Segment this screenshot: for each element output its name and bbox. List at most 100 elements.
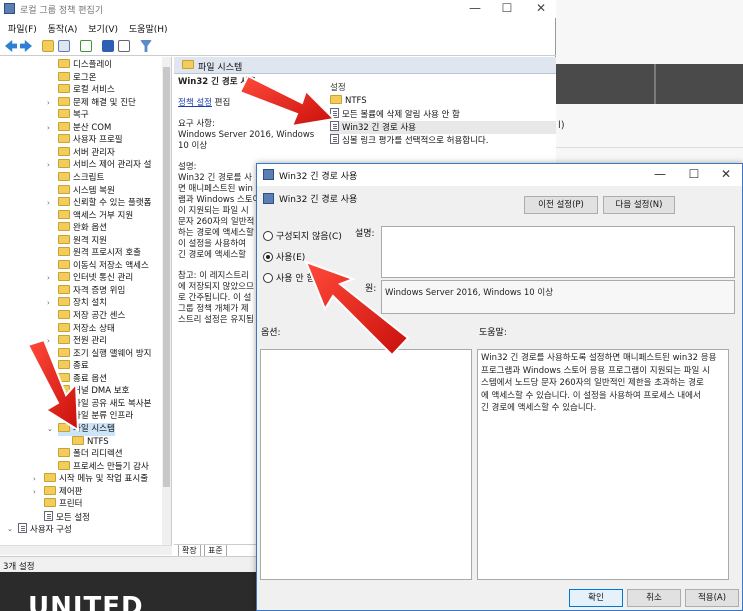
list-item[interactable]: 모든 볼륨에 삭제 알림 사용 안 함	[330, 108, 460, 121]
tree-item[interactable]: 완화 옵션	[58, 222, 107, 235]
settings-column-header[interactable]: 설정	[330, 81, 346, 93]
apply-button[interactable]: 적용(A)	[685, 589, 739, 607]
comment-textarea[interactable]	[381, 226, 735, 278]
ok-button[interactable]: 확인	[569, 589, 623, 607]
list-item-selected[interactable]: Win32 긴 경로 사용	[330, 121, 556, 134]
close-button[interactable]: ✕	[526, 1, 556, 15]
collapse-icon[interactable]: ⌄	[47, 423, 53, 436]
radio-not-configured[interactable]: 구성되지 않음(C)	[263, 229, 342, 242]
expand-icon[interactable]: ›	[47, 122, 50, 135]
folder-icon	[58, 360, 70, 370]
tree-item[interactable]: 스크립트	[58, 171, 104, 185]
maximize-button[interactable]: ☐	[492, 1, 522, 15]
properties-icon[interactable]	[118, 40, 130, 52]
next-setting-button[interactable]: 다음 설정(N)	[603, 196, 675, 214]
help-line: 스템에서 노드당 문자 260자의 일반적인 제한을 초과하는 경로	[481, 378, 704, 388]
menu-view[interactable]: 보기(V)	[88, 22, 118, 35]
folder-up-icon[interactable]	[42, 40, 54, 52]
tree-item[interactable]: 프린터	[44, 498, 82, 511]
tree-item-label: 서버 관리자	[73, 147, 115, 158]
tree-item-label: 액세스 거부 지원	[73, 210, 134, 221]
folder-icon	[58, 134, 70, 144]
folder-icon	[72, 435, 84, 445]
previous-setting-button[interactable]: 이전 설정(P)	[524, 196, 598, 214]
tree-horizontal-scrollbar[interactable]	[0, 545, 172, 555]
dialog-title: Win32 긴 경로 사용	[279, 172, 358, 182]
help-line: Win32 긴 경로를 사용하도록 설정하면 매니페스트된 win32 응용	[481, 353, 717, 363]
tree-item[interactable]: ⌄ 파일 시스템	[47, 422, 115, 436]
tree-item[interactable]: 종료	[58, 360, 89, 373]
tree-item[interactable]: 파일 분류 인프라	[58, 410, 133, 423]
tree-item[interactable]: › 제어판	[33, 485, 82, 499]
comment-label: 설명:	[355, 229, 375, 239]
dialog-close-button[interactable]: ✕	[709, 167, 743, 181]
menu-action[interactable]: 동작(A)	[48, 22, 78, 35]
tree-item[interactable]: › 신뢰할 수 있는 플랫폼	[47, 197, 152, 210]
tree-item-label: 프린터	[59, 499, 83, 510]
expand-icon[interactable]: ›	[47, 297, 50, 310]
tree-item[interactable]: 복구	[58, 109, 89, 122]
tree-item[interactable]: NTFS	[72, 435, 109, 449]
tree-item[interactable]: 액세스 거부 지원	[58, 209, 134, 223]
dialog-minimize-button[interactable]: —	[643, 167, 677, 181]
tree-item[interactable]: ⌄ 사용자 구성	[7, 523, 72, 536]
menu-file[interactable]: 파일(F)	[8, 22, 37, 35]
menu-help[interactable]: 도움말(H)	[129, 22, 168, 35]
collapse-icon[interactable]: ⌄	[7, 523, 13, 536]
expand-icon[interactable]: ›	[47, 335, 50, 348]
help-icon[interactable]	[102, 40, 114, 52]
tree-item[interactable]: › 분산 COM	[47, 121, 111, 135]
dialog-maximize-button[interactable]: ☐	[677, 167, 711, 181]
tree-item[interactable]: 로컬 서비스	[58, 84, 115, 97]
expand-icon[interactable]: ›	[33, 486, 36, 499]
tree-item[interactable]: 원격 지원	[58, 234, 107, 248]
folder-icon	[330, 95, 342, 104]
tree-item[interactable]: 시스템 복원	[58, 184, 115, 198]
tree-item[interactable]: 저장소 상태	[58, 322, 115, 336]
tree-item[interactable]: 파일 공유 새도 복사본	[58, 397, 152, 411]
folder-icon	[58, 422, 70, 432]
tree-item[interactable]: 모든 설정	[44, 510, 90, 524]
tree-item[interactable]: › 장치 설치	[47, 297, 107, 310]
cancel-button[interactable]: 취소	[627, 589, 681, 607]
dialog-subtitle: Win32 긴 경로 사용	[263, 192, 357, 205]
expand-icon[interactable]: ›	[47, 272, 50, 285]
radio-enabled[interactable]: 사용(E)	[263, 250, 305, 263]
tree-item[interactable]: 종료 옵션	[58, 372, 107, 386]
tree-item[interactable]: 폴더 리디렉션	[58, 448, 123, 461]
show-hide-tree-icon[interactable]	[58, 40, 70, 52]
folder-icon	[58, 234, 70, 244]
tree-item[interactable]: 원격 프로시저 호출	[58, 247, 141, 260]
radio-disabled[interactable]: 사용 안 함	[263, 271, 315, 284]
tree-item[interactable]: 서버 관리자	[58, 146, 115, 160]
tree-item[interactable]: › 시작 메뉴 및 작업 표시줄	[33, 473, 148, 486]
list-item[interactable]: NTFS	[330, 95, 367, 108]
tree-item[interactable]: 저장 공간 센스	[58, 310, 125, 323]
filter-icon[interactable]	[140, 40, 152, 52]
tree-item[interactable]: 디스플레이	[58, 59, 112, 72]
edit-policy-link[interactable]: 정책 설정	[178, 98, 212, 108]
list-item[interactable]: 심볼 링크 평가를 선택적으로 허용합니다.	[330, 134, 488, 147]
expand-icon[interactable]: ›	[33, 473, 36, 486]
forward-icon[interactable]	[20, 40, 32, 52]
tree-item[interactable]: 자격 증명 위임	[58, 284, 125, 298]
tree-item-label: 서비스 제어 관리자 설	[73, 160, 152, 171]
minimize-button[interactable]: —	[460, 1, 490, 15]
expand-icon[interactable]: ›	[47, 97, 50, 110]
expand-icon[interactable]: ›	[47, 159, 50, 172]
tree-item[interactable]: 커널 DMA 보호	[58, 385, 129, 398]
tree-item[interactable]: 사용자 프로필	[58, 134, 123, 147]
tree-item[interactable]: › 인터넷 통신 관리	[47, 272, 133, 285]
tree-item[interactable]: 프로세스 만들기 감사	[58, 460, 149, 474]
tree-item[interactable]: › 전원 관리	[47, 335, 107, 348]
scrollbar-thumb[interactable]	[163, 67, 170, 487]
back-icon[interactable]	[5, 40, 17, 52]
export-icon[interactable]	[80, 40, 92, 52]
tree-item[interactable]: 조기 실행 맬웨어 방지	[58, 347, 152, 361]
tree-item[interactable]: › 서비스 제어 관리자 설	[47, 159, 152, 172]
tree-item-label: 원격 지원	[73, 235, 107, 246]
expand-icon[interactable]: ›	[47, 197, 50, 210]
tree-item[interactable]: 이동식 저장소 액세스	[58, 259, 149, 273]
tree-item[interactable]: › 문제 해결 및 진단	[47, 96, 136, 110]
tree-item[interactable]: 로그온	[58, 71, 96, 85]
